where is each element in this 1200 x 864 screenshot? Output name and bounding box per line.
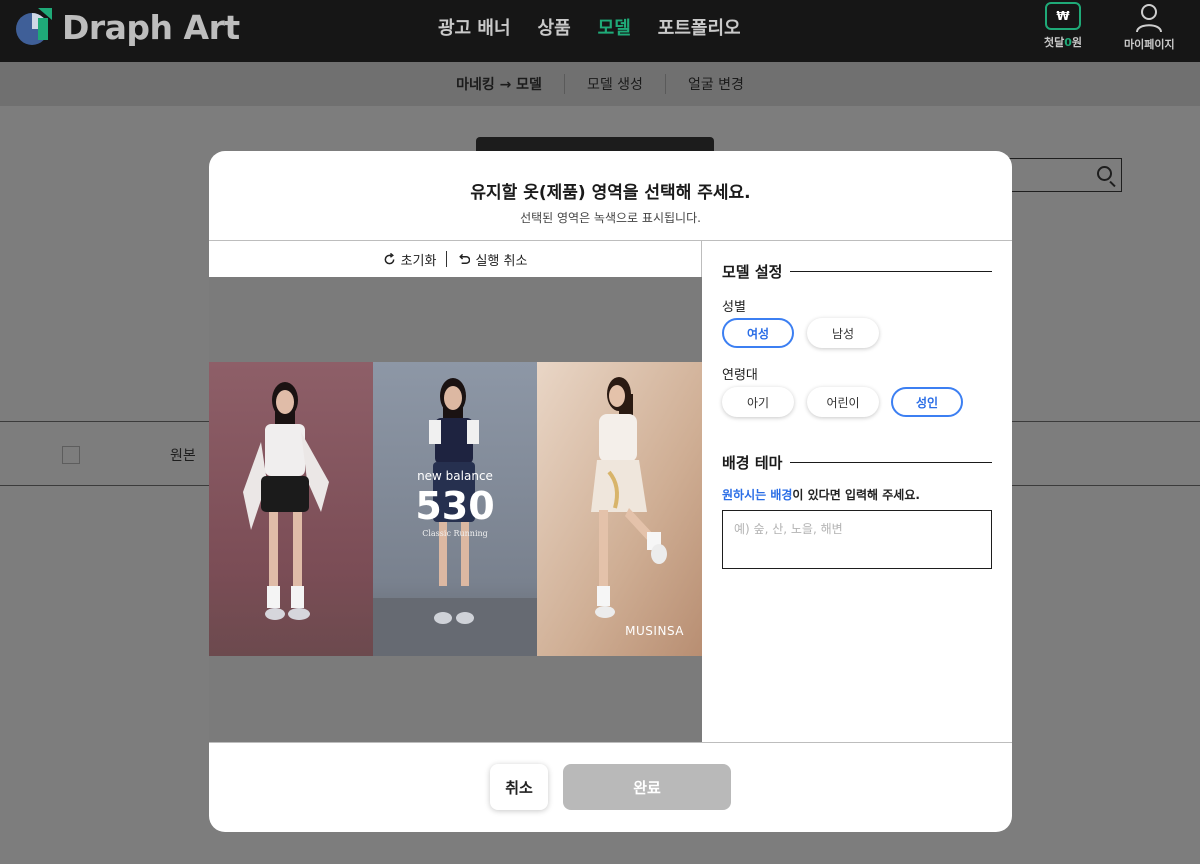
background-theme-hint: 원하시는 배경이 있다면 입력해 주세요. [722, 488, 920, 502]
user-icon [1136, 4, 1163, 33]
toolbar-separator [446, 251, 448, 267]
section-rule [790, 462, 992, 463]
draph-logo-icon [12, 6, 54, 48]
modal-footer: 취소 완료 [209, 742, 1012, 832]
cancel-button[interactable]: 취소 [490, 764, 548, 810]
undo-label: 실행 취소 [475, 253, 528, 269]
brand-name: Draph Art [62, 7, 240, 47]
credits-button[interactable]: ₩ 첫달0원 [1044, 2, 1082, 50]
reset-icon [384, 252, 394, 264]
model-figure [243, 382, 329, 620]
age-option-child[interactable]: 어린이 [807, 387, 879, 417]
section-rule [790, 271, 992, 272]
modal-header: 유지할 옷(제품) 영역을 선택해 주세요. 선택된 영역은 녹색으로 표시됩니… [209, 151, 1012, 241]
background-theme-title: 배경 테마 [722, 452, 992, 473]
background-search-box [1000, 158, 1122, 192]
won-icon: ₩ [1045, 2, 1082, 30]
editor-toolbar: 초기화 실행 취소 [209, 241, 701, 277]
image-model-number: 530 [415, 484, 495, 528]
reset-button[interactable]: 초기화 [383, 250, 437, 269]
image-brand-text: new balance [417, 469, 493, 483]
product-photo-panel: new balance 530 Classic Running [373, 362, 537, 656]
main-nav: 광고 배너 상품 모델 포트폴리오 [438, 14, 741, 40]
age-option-baby[interactable]: 아기 [722, 387, 794, 417]
undo-button[interactable]: 실행 취소 [457, 250, 527, 269]
image-editor-pane: 초기화 실행 취소 new balance 530 Classic Runnin… [209, 241, 702, 742]
model-settings-title: 모델 설정 [722, 261, 992, 282]
age-option-adult[interactable]: 성인 [891, 387, 963, 417]
product-photo-panel: MUSINSA [537, 362, 702, 656]
background-theme-input[interactable] [722, 510, 992, 569]
mypage-button[interactable]: 마이페이지 [1124, 2, 1175, 52]
search-icon [1097, 166, 1112, 181]
modal-title: 유지할 옷(제품) 영역을 선택해 주세요. [470, 183, 751, 203]
image-store-text: MUSINSA [625, 624, 684, 638]
gender-label: 성별 [722, 300, 746, 315]
modal-subtitle: 선택된 영역은 녹색으로 표시됩니다. [520, 211, 701, 225]
product-photo-panel [209, 362, 373, 656]
subnav-item-face-change[interactable]: 얼굴 변경 [666, 74, 766, 94]
nav-item-product[interactable]: 상품 [538, 14, 571, 40]
done-button[interactable]: 완료 [563, 764, 731, 810]
credits-label: 첫달0원 [1044, 36, 1083, 49]
gender-option-female[interactable]: 여성 [722, 318, 794, 348]
subnav-item-model-create[interactable]: 모델 생성 [565, 74, 666, 94]
sub-navigation: 마네킹 → 모델 모델 생성 얼굴 변경 [0, 62, 1200, 106]
nav-item-portfolio[interactable]: 포트폴리오 [658, 14, 741, 40]
gender-option-male[interactable]: 남성 [807, 318, 879, 348]
background-checkbox [62, 446, 80, 464]
model-figure [591, 377, 667, 618]
selection-canvas[interactable]: new balance 530 Classic Running MUSINSA [209, 277, 702, 742]
region-select-modal: 유지할 옷(제품) 영역을 선택해 주세요. 선택된 영역은 녹색으로 표시됩니… [209, 151, 1012, 832]
nav-item-ad-banner[interactable]: 광고 배너 [438, 14, 511, 40]
nav-item-model[interactable]: 모델 [598, 14, 631, 40]
age-label: 연령대 [722, 368, 758, 383]
reset-label: 초기화 [400, 253, 437, 269]
mypage-label: 마이페이지 [1124, 38, 1175, 51]
settings-pane: 모델 설정 성별 여성 남성 연령대 아기 어린이 성인 배경 테마 원하시는 … [703, 241, 1012, 742]
undo-icon [459, 253, 471, 264]
subnav-item-mannequin-to-model[interactable]: 마네킹 → 모델 [434, 74, 565, 94]
logo[interactable]: Draph Art [12, 6, 240, 48]
top-navigation-bar: Draph Art 광고 배너 상품 모델 포트폴리오 ₩ 첫달0원 마이페이지 [0, 0, 1200, 62]
background-action-button [476, 137, 714, 151]
image-tagline: Classic Running [422, 529, 488, 538]
background-original-label: 원본 [170, 448, 196, 464]
